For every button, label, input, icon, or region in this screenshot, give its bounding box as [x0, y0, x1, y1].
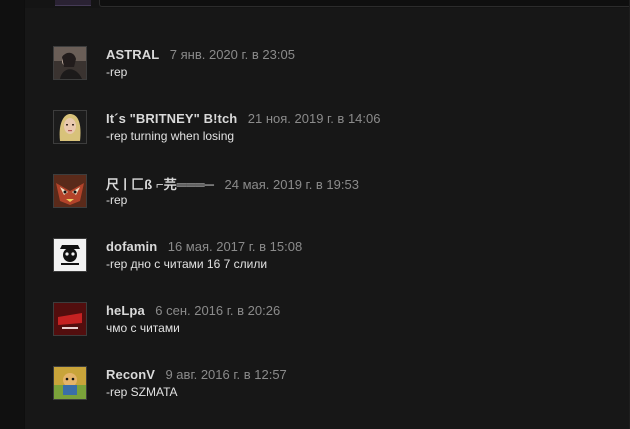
avatar-mask-icon[interactable] [53, 174, 87, 208]
comment-author[interactable]: heLpa [106, 303, 145, 318]
comment-timestamp: 21 ноя. 2019 г. в 14:06 [247, 111, 381, 126]
avatar-red-logo-icon[interactable] [53, 302, 87, 336]
avatar-logo-icon[interactable] [53, 238, 87, 272]
comment-timestamp: 16 мая. 2017 г. в 15:08 [167, 239, 303, 254]
avatar-cartoon-icon[interactable] [53, 366, 87, 400]
avatar-photo-icon[interactable] [53, 46, 87, 80]
avatar-portrait-icon[interactable] [53, 110, 87, 144]
comment-input[interactable] [99, 0, 630, 7]
comment-text: -rep turning when losing [106, 129, 235, 143]
comment-author[interactable]: ReconV [106, 367, 155, 382]
comment-item: ASTRAL 7 янв. 2020 г. в 23:05 -rep [53, 46, 613, 86]
comment-item: ReconV 9 авг. 2016 г. в 12:57 -rep SZMAT… [53, 366, 613, 406]
comment-text: -rep [106, 65, 128, 79]
comment-text: чмо с читами [106, 321, 180, 335]
left-gutter [0, 0, 24, 429]
comment-timestamp: 6 сен. 2016 г. в 20:26 [155, 303, 281, 318]
comment-composer-strip [25, 0, 630, 8]
comment-item: It´s "BRITNEY" B!tch 21 ноя. 2019 г. в 1… [53, 110, 613, 150]
comments-panel: ASTRAL 7 янв. 2020 г. в 23:05 -rep It´s … [24, 0, 630, 429]
comment-timestamp: 24 мая. 2019 г. в 19:53 [224, 177, 359, 192]
comment-text: -rep SZMATA [106, 385, 178, 399]
comment-item: dofamin 16 мая. 2017 г. в 15:08 -rep дно… [53, 238, 613, 278]
comment-item: 尺ㅣ匚ß ⌐芫═══─ 24 мая. 2019 г. в 19:53 -rep [53, 174, 613, 214]
comment-author[interactable]: 尺ㅣ匚ß ⌐芫═══─ [106, 177, 214, 192]
comment-item: heLpa 6 сен. 2016 г. в 20:26 чмо с читам… [53, 302, 613, 342]
comment-timestamp: 9 авг. 2016 г. в 12:57 [165, 367, 287, 382]
own-avatar [55, 0, 91, 6]
comment-text: -rep [106, 193, 128, 207]
comment-author[interactable]: ASTRAL [106, 47, 159, 62]
comment-text: -rep дно с читами 16 7 слили [106, 257, 268, 271]
comment-author[interactable]: dofamin [106, 239, 157, 254]
comment-author[interactable]: It´s "BRITNEY" B!tch [106, 111, 237, 126]
comment-timestamp: 7 янв. 2020 г. в 23:05 [169, 47, 295, 62]
